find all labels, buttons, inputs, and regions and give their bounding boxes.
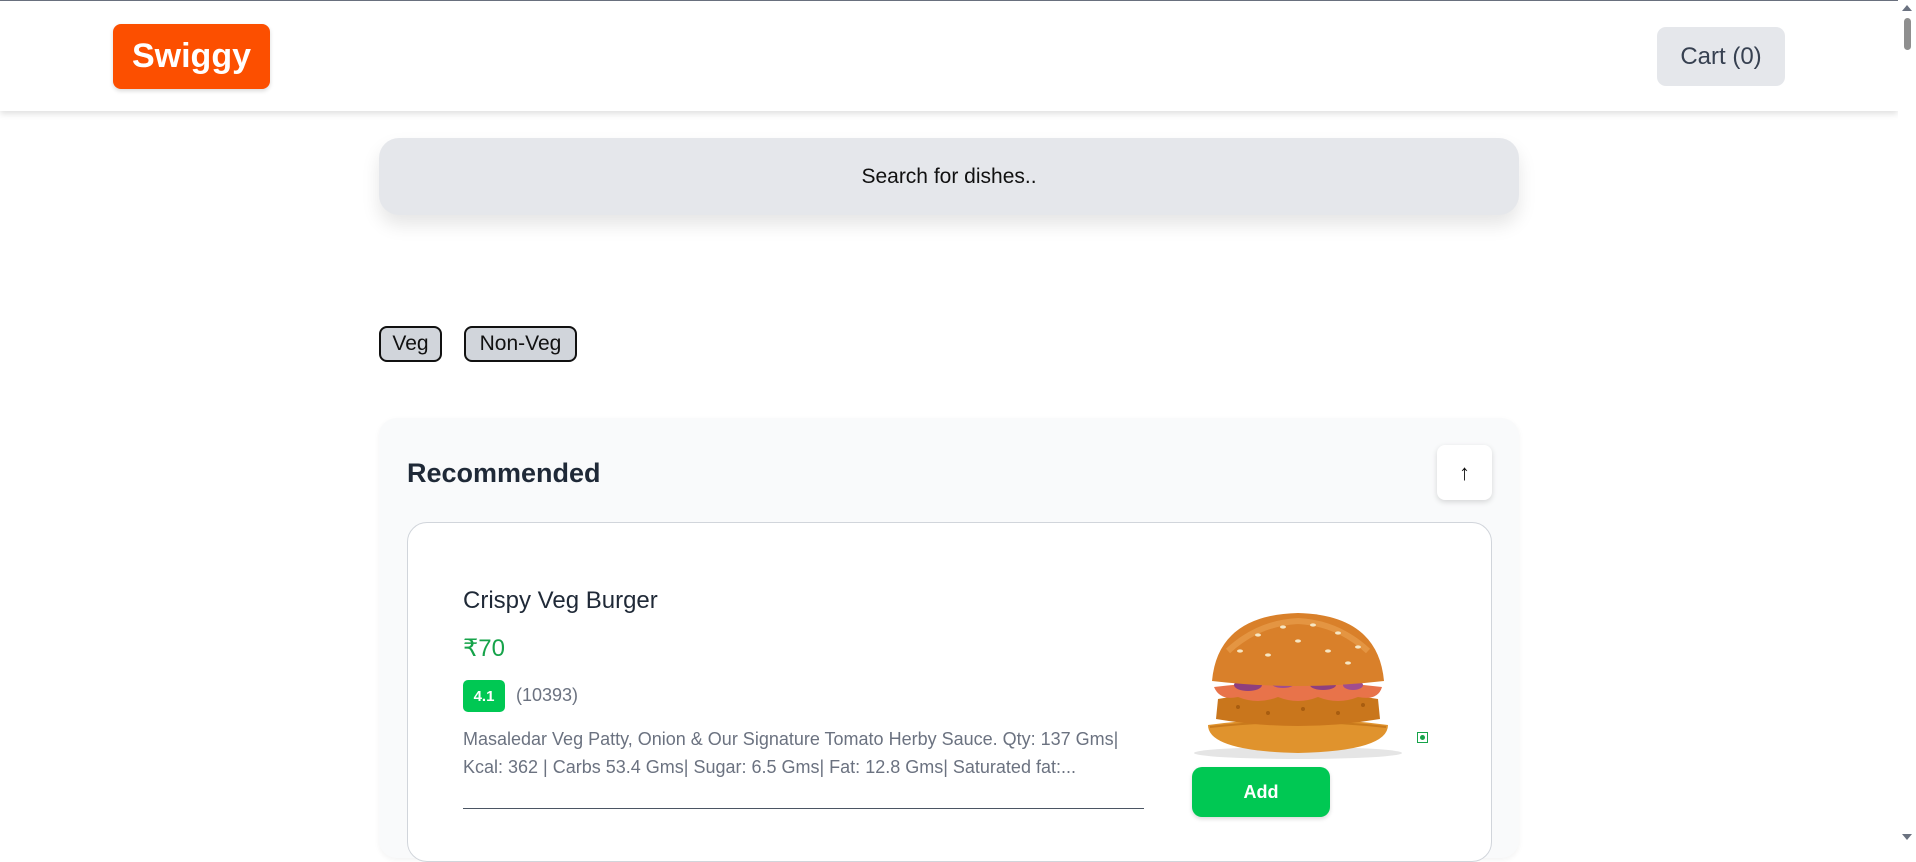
filter-non-veg-button[interactable]: Non-Veg <box>464 326 577 362</box>
rating-count: (10393) <box>516 685 579 705</box>
add-to-cart-button[interactable]: Add <box>1192 767 1330 817</box>
card-divider <box>463 808 1144 809</box>
filter-veg-button[interactable]: Veg <box>379 326 442 362</box>
swiggy-logo[interactable]: Swiggy <box>113 24 270 89</box>
top-navbar: Swiggy Cart (0) <box>0 1 1898 111</box>
rating-badge: 4.1 <box>463 680 505 712</box>
burger-image <box>1194 613 1402 759</box>
recommended-section: Recommended ↑ Crispy Veg Burger ₹70 4.1 … <box>379 418 1519 862</box>
dish-name: Crispy Veg Burger <box>463 587 658 614</box>
scroll-down-arrow-icon[interactable] <box>1902 834 1912 840</box>
collapse-arrow-up-button[interactable]: ↑ <box>1437 445 1492 500</box>
dish-description: Masaledar Veg Patty, Onion & Our Signatu… <box>463 729 1119 777</box>
veg-indicator-icon <box>1417 732 1428 743</box>
scroll-thumb[interactable] <box>1904 18 1911 50</box>
search-input[interactable] <box>379 138 1519 215</box>
page-scrollbar[interactable] <box>1898 0 1916 848</box>
cart-button[interactable]: Cart (0) <box>1657 27 1785 86</box>
dish-card: Crispy Veg Burger ₹70 4.1 (10393) Masale… <box>407 522 1492 862</box>
section-title: Recommended <box>407 458 601 488</box>
dish-price: ₹70 <box>463 635 505 662</box>
scroll-up-arrow-icon[interactable] <box>1902 5 1912 11</box>
